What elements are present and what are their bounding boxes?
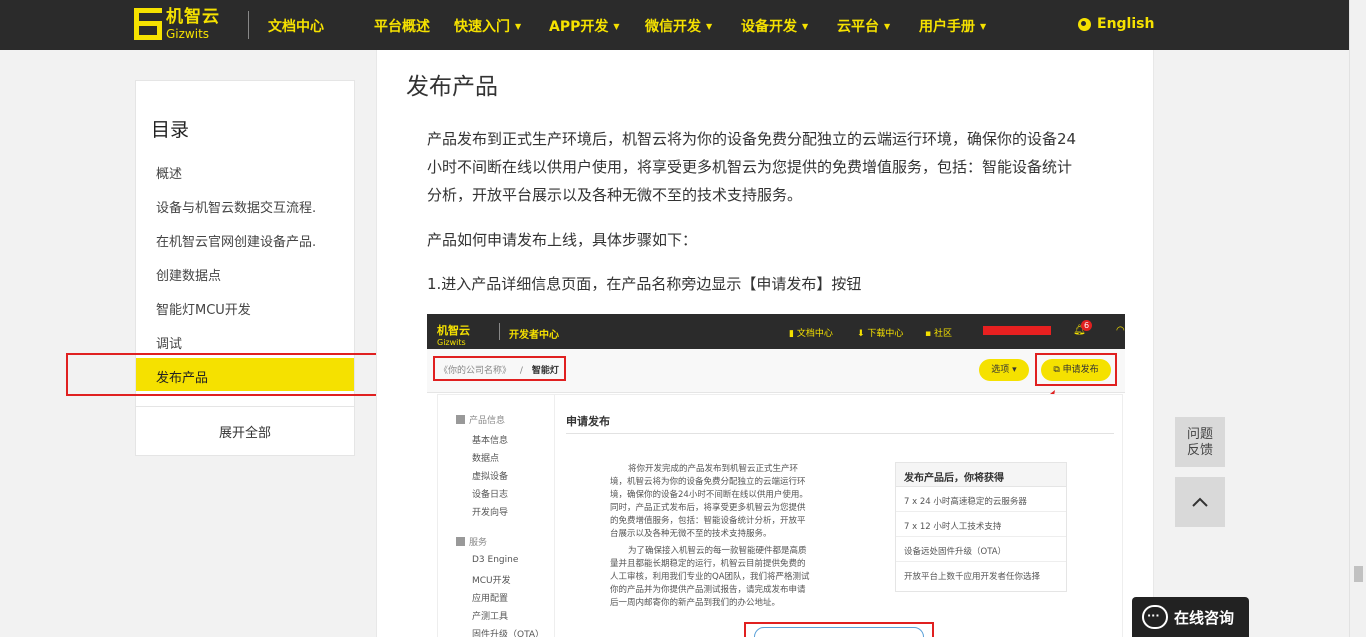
caret-down-icon: ▼ [884, 22, 891, 31]
article-heading: 发布产品 [406, 74, 498, 100]
nav-platform-overview[interactable]: 平台概述 [374, 16, 430, 36]
step-1-text: 1.进入产品详细信息页面，在产品名称旁边显示【申请发布】按钮 [427, 275, 862, 293]
expand-all-button[interactable]: 展开全部 [136, 422, 354, 441]
toc-item-debug[interactable]: 调试 [156, 333, 182, 352]
back-to-top-button[interactable] [1175, 477, 1225, 527]
logo-mark-icon [134, 8, 162, 40]
benefit-item: 设备远处固件升级（OTA） [896, 537, 1066, 562]
nav-cloud-platform[interactable]: 云平台 ▼ [837, 16, 890, 36]
menu-group-product-info: 产品信息 [456, 413, 505, 426]
caret-down-icon: ▼ [706, 22, 713, 31]
screenshot-para-1: 将你开发完成的产品发布到机智云正式生产环 境，机智云将为你的设备免费分配独立的云… [610, 464, 808, 539]
embedded-screenshot: 机智云 Gizwits 开发者中心 ▮ 文档中心 ⬇ 下载中心 ▪ 社区 🔔︎ 6… [427, 314, 1125, 637]
caret-down-icon: ▼ [802, 22, 809, 31]
benefit-item: 7 x 24 小时高速稳定的云服务器 [896, 487, 1066, 512]
feedback-button[interactable]: 问题 反馈 [1175, 417, 1225, 467]
logo-divider [248, 11, 249, 39]
menu-item: 基本信息 [472, 436, 509, 446]
caret-down-icon: ▼ [613, 22, 620, 31]
gizwits-logo[interactable]: 机智云 Gizwits [134, 8, 220, 40]
nav-quick-start[interactable]: 快速入门 ▼ [454, 16, 521, 36]
menu-item: 设备日志 [472, 490, 509, 500]
nav-wechat-dev[interactable]: 微信开发 ▼ [645, 16, 712, 36]
screenshot-panel: 产品信息 基本信息 数据点 虚拟设备 设备日志 开发向导 服务 D3 Engin… [437, 394, 1123, 637]
intro-paragraph: 产品发布到正式生产环境后，机智云将为你的设备免费分配独立的云端运行环境，确保你的… [427, 130, 1077, 204]
menu-item: 开发向导 [472, 508, 509, 518]
caret-down-icon: ▼ [515, 22, 522, 31]
toc-item-datapoints[interactable]: 创建数据点 [156, 265, 221, 284]
scrollbar-thumb[interactable] [1354, 566, 1363, 582]
menu-item: MCU开发 [472, 576, 511, 586]
caret-down-icon: ▼ [980, 22, 987, 31]
screenshot-benefits-box: 发布产品后，你将获得 7 x 24 小时高速稳定的云服务器 7 x 12 小时人… [895, 462, 1067, 592]
screenshot-topbar: 机智云 Gizwits 开发者中心 ▮ 文档中心 ⬇ 下载中心 ▪ 社区 🔔︎ 6… [427, 314, 1125, 349]
nav-user-manual[interactable]: 用户手册 ▼ [919, 16, 986, 36]
logo-en-text: Gizwits [166, 26, 210, 41]
screenshot-para-2: 为了确保接入机智云的每一款智能硬件都是高质 量并且都能长期稳定的运行，机智云目前… [610, 546, 810, 608]
headset-icon: ◠ [1116, 325, 1125, 336]
online-chat-button[interactable]: 在线咨询 [1132, 597, 1249, 637]
article-content: 发布产品 产品发布到正式生产环境后，机智云将为你的设备免费分配独立的云端运行环境… [376, 50, 1154, 637]
toc-sidebar: 目录 概述 设备与机智云数据交互流程. 在机智云官网创建设备产品. 创建数据点 … [135, 80, 355, 456]
redacted-username [983, 326, 1051, 335]
benefit-item: 7 x 12 小时人工技术支持 [896, 512, 1066, 537]
screenshot-panel-title: 申请发布 [566, 415, 610, 428]
menu-item: 数据点 [472, 454, 500, 464]
toc-item-data-flow[interactable]: 设备与机智云数据交互流程. [156, 197, 316, 216]
highlight-box [1035, 353, 1117, 386]
chat-label: 在线咨询 [1174, 608, 1235, 627]
vertical-scrollbar[interactable] [1349, 0, 1366, 637]
screenshot-doc-link: ▮ 文档中心 [789, 329, 833, 339]
menu-item: 应用配置 [472, 594, 509, 604]
benefit-item: 开放平台上数千应用开发者任你选择 [904, 572, 1041, 582]
menu-item: 固件升级（OTA） [472, 630, 545, 637]
highlight-box [433, 356, 566, 381]
nav-app-dev[interactable]: APP开发 ▼ [549, 16, 620, 36]
doc-center-link[interactable]: 文档中心 [268, 16, 324, 36]
nav-device-dev[interactable]: 设备开发 ▼ [741, 16, 808, 36]
top-navbar: 机智云 Gizwits 文档中心 平台概述 快速入门 ▼ APP开发 ▼ 微信开发 ▼… [0, 0, 1349, 50]
chat-bubble-icon [1142, 605, 1168, 629]
screenshot-dev-center: 开发者中心 [509, 330, 559, 341]
menu-group-services: 服务 [456, 535, 487, 548]
how-to-text: 产品如何申请发布上线，具体步骤如下： [427, 231, 698, 249]
notification-badge: 6 [1081, 320, 1092, 331]
highlight-box [744, 622, 934, 637]
language-switch[interactable]: English [1078, 16, 1154, 32]
screenshot-subheader: 《你的公司名称》 / 智能灯 选项 ▾ ⧉ 申请发布 [427, 349, 1125, 393]
menu-item: 产测工具 [472, 612, 509, 622]
screenshot-community-link: ▪ 社区 [925, 329, 952, 339]
menu-item: 虚拟设备 [472, 472, 509, 482]
benefits-title: 发布产品后，你将获得 [896, 463, 1066, 487]
language-label: English [1097, 16, 1155, 32]
logo-cn-text: 机智云 [166, 6, 220, 27]
screenshot-side-menu: 产品信息 基本信息 数据点 虚拟设备 设备日志 开发向导 服务 D3 Engin… [438, 395, 555, 637]
toc-item-mcu-dev[interactable]: 智能灯MCU开发 [156, 299, 251, 318]
toc-item-overview[interactable]: 概述 [156, 163, 182, 182]
screenshot-logo: 机智云 Gizwits [437, 324, 470, 347]
toc-divider [136, 406, 354, 407]
chevron-up-icon [1192, 497, 1208, 507]
toc-item-create-product[interactable]: 在机智云官网创建设备产品. [156, 231, 316, 250]
screenshot-download-link: ⬇ 下载中心 [857, 329, 904, 339]
screenshot-options-button: 选项 ▾ [979, 359, 1029, 381]
toc-title: 目录 [151, 119, 190, 141]
globe-icon [1078, 17, 1091, 31]
highlight-box [66, 353, 390, 396]
menu-item: D3 Engine [472, 555, 519, 565]
